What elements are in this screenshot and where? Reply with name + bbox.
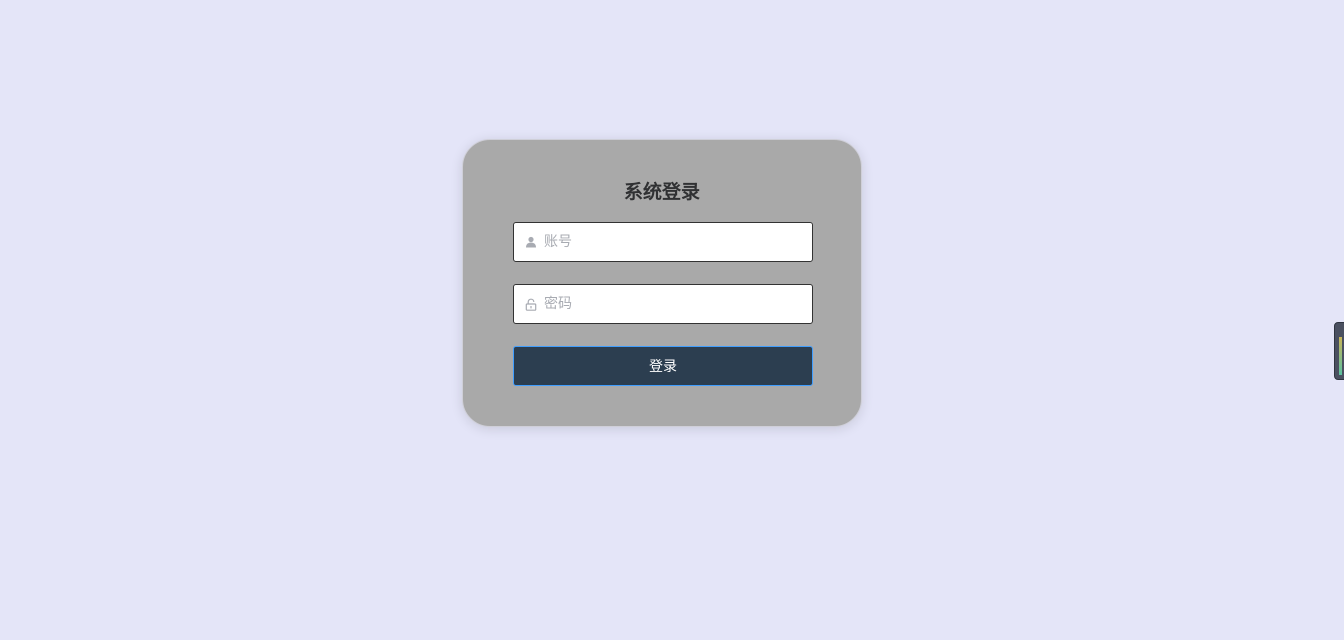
user-icon <box>524 235 538 249</box>
username-input[interactable] <box>544 224 794 260</box>
side-widget-handle[interactable] <box>1334 322 1344 380</box>
lock-icon <box>524 297 538 311</box>
password-field[interactable] <box>513 284 813 324</box>
username-field[interactable] <box>513 222 813 262</box>
login-button[interactable]: 登录 <box>513 346 813 386</box>
login-card: 系统登录 登录 <box>462 139 862 427</box>
password-input[interactable] <box>544 286 794 322</box>
login-title: 系统登录 <box>623 181 700 203</box>
side-widget-level-icon <box>1339 337 1342 375</box>
